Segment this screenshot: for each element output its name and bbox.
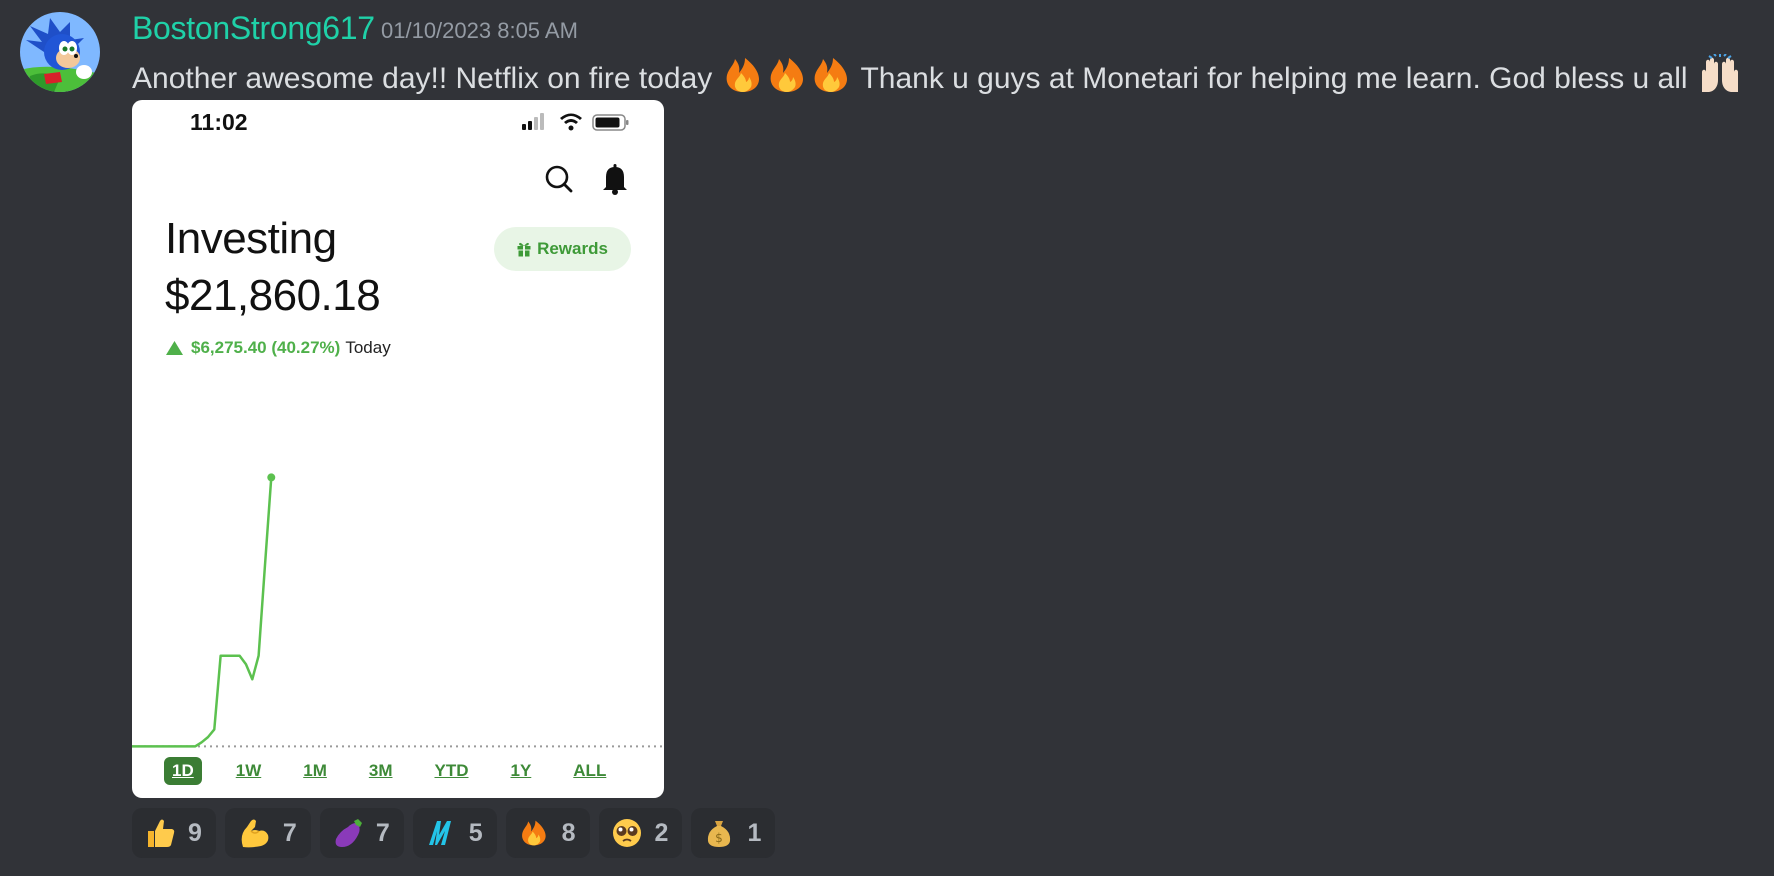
reaction-count: 7 [282,818,297,847]
username[interactable]: BostonStrong617 [132,10,375,47]
range-tab-ytd[interactable]: YTD [426,757,476,785]
status-bar-time: 11:02 [190,109,248,135]
reaction-count: 1 [747,818,762,847]
monetari-logo-icon [425,817,457,849]
gift-icon [517,242,531,257]
daily-change: $6,275.40 (40.27%) Today [166,338,391,358]
cellular-signal-icon [522,113,544,130]
sonic-hedgehog-avatar-icon [20,12,100,92]
reaction-monetari-logo[interactable]: 5 [412,808,497,858]
message-text-part1: Another awesome day!! Netflix on fire to… [132,62,713,95]
range-tab-3m[interactable]: 3M [361,757,401,785]
bell-icon[interactable] [603,164,627,195]
reaction-count: 9 [188,818,202,847]
thumbs-up-icon [144,817,176,849]
reaction-money-bag[interactable]: $1 [691,808,776,858]
chart-line-series [132,477,273,748]
reaction-flexed-biceps[interactable]: 7 [224,808,311,858]
reaction-thumbs-up[interactable]: 9 [132,808,216,858]
top-actions [544,163,630,200]
change-period-label: Today [345,338,391,357]
rewards-button[interactable]: Rewards [494,227,631,271]
pleading-face-icon [611,817,643,849]
reaction-pleading-face[interactable]: 2 [598,808,683,858]
shared-screenshot[interactable]: 11:02 Investing $21,860.18 Rewards $6,27… [132,100,664,798]
fire-icon [809,56,853,102]
reaction-count: 2 [654,818,669,847]
message-timestamp: 01/10/2023 8:05 AM [381,18,578,43]
portfolio-balance: $21,860.18 [165,271,381,320]
reaction-fire[interactable]: 8 [505,808,590,858]
rewards-label: Rewards [537,239,608,258]
time-range-selector: 1D 1W 1M 3M YTD 1Y ALL [164,757,640,785]
flexed-biceps-icon [237,817,271,849]
fire-icon [721,56,765,102]
message-content: Another awesome day!! Netflix on fire to… [132,53,1744,102]
reaction-count: 8 [561,818,576,847]
search-icon[interactable] [545,165,573,193]
range-tab-1d[interactable]: 1D [164,757,202,785]
reaction-bar: 9 7 7 5 8 2 $1 [132,808,776,858]
range-tab-1w[interactable]: 1W [228,757,270,785]
money-bag-icon: $ [703,817,735,849]
chart-endpoint [267,473,276,482]
reaction-eggplant[interactable]: 7 [319,808,404,858]
portfolio-chart[interactable] [132,430,664,760]
reaction-count: 7 [375,818,390,847]
status-bar-icons [522,112,632,137]
fire-icon [518,817,550,849]
avatar[interactable] [20,12,100,92]
wifi-icon [560,113,582,131]
range-tab-1m[interactable]: 1M [295,757,335,785]
raising-hands-icon [1696,53,1744,102]
range-tab-all[interactable]: ALL [565,757,614,785]
battery-icon [592,114,629,131]
change-value: $6,275.40 (40.27%) [191,338,341,357]
message-text-part2: Thank u guys at Monetari for helping me … [860,62,1688,95]
range-tab-1y[interactable]: 1Y [502,757,539,785]
page-title: Investing [165,214,337,263]
reaction-count: 5 [468,818,483,847]
svg-text:$: $ [716,831,724,845]
eggplant-icon [332,817,364,849]
fire-icon [765,56,809,102]
up-triangle-icon [166,341,183,355]
